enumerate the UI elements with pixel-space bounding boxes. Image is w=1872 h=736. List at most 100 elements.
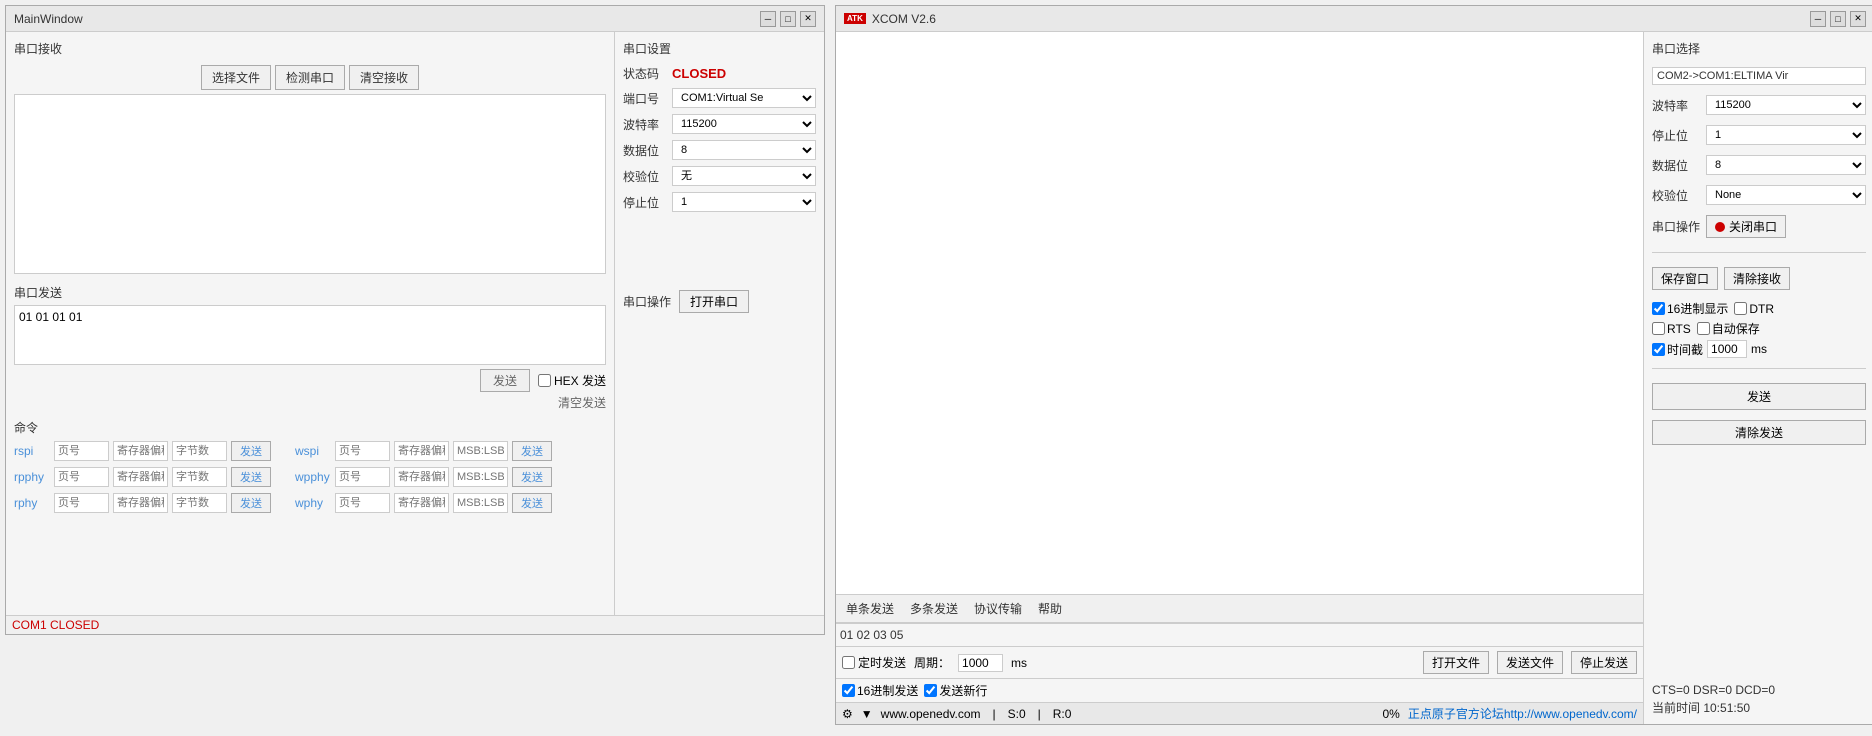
rts-checkbox[interactable] (1652, 322, 1665, 335)
auto-save-checkbox[interactable] (1697, 322, 1710, 335)
stopbits-select[interactable]: 1 (672, 192, 816, 212)
databits-select[interactable]: 8 (672, 140, 816, 160)
wspi-msblsb[interactable] (453, 441, 508, 461)
auto-save-check[interactable]: 自动保存 (1697, 320, 1760, 337)
timestamp-label: 时间截 (1667, 341, 1703, 358)
tab-multi-send[interactable]: 多条发送 (908, 599, 960, 618)
stop-send-button[interactable]: 停止发送 (1571, 651, 1637, 674)
xcom-maximize-button[interactable]: □ (1830, 11, 1846, 27)
wpphy-page[interactable] (335, 467, 390, 487)
detect-port-button[interactable]: 检测串口 (275, 65, 345, 90)
hex-send-checkbox[interactable] (538, 374, 551, 387)
rphy-send-button[interactable]: 发送 (231, 493, 271, 513)
rpphy-page[interactable] (54, 467, 109, 487)
xcom-stopbits-select[interactable]: 1 (1706, 125, 1866, 145)
command-title: 命令 (14, 419, 606, 436)
dropdown-icon[interactable]: ▼ (861, 707, 873, 721)
newline-checkbox[interactable] (924, 684, 937, 697)
send-file-button[interactable]: 发送文件 (1497, 651, 1563, 674)
dtr-label: DTR (1749, 302, 1774, 316)
xcom-send-area[interactable]: 01 02 03 05 (836, 623, 1643, 646)
open-file-button[interactable]: 打开文件 (1423, 651, 1489, 674)
wphy-page[interactable] (335, 493, 390, 513)
timestamp-input[interactable] (1707, 340, 1747, 358)
wphy-send-button[interactable]: 发送 (512, 493, 552, 513)
parity-select[interactable]: 无 (672, 166, 816, 186)
period-input[interactable] (958, 654, 1003, 672)
xcom-parity-select[interactable]: None (1706, 185, 1866, 205)
xcom-right-panel: 串口选择 波特率 115200 停止位 1 数据位 8 (1644, 32, 1872, 724)
xcom-close-button[interactable]: ✕ (1850, 11, 1866, 27)
minimize-button[interactable]: ─ (760, 11, 776, 27)
clear-receive-button[interactable]: 清空接收 (349, 65, 419, 90)
timed-send-checkbox[interactable] (842, 656, 855, 669)
send-button[interactable]: 发送 (480, 369, 530, 392)
timestamp-check[interactable]: 时间截 (1652, 341, 1703, 358)
port-select[interactable]: COM1:Virtual Se (672, 88, 816, 108)
rts-check[interactable]: RTS (1652, 322, 1691, 336)
xcom-minimize-button[interactable]: ─ (1810, 11, 1826, 27)
rphy-bytes[interactable] (172, 493, 227, 513)
send-area[interactable]: 01 01 01 01 (14, 305, 606, 365)
rphy-page[interactable] (54, 493, 109, 513)
rspi-send-button[interactable]: 发送 (231, 441, 271, 461)
databits-label: 数据位 (623, 142, 668, 159)
xcom-port-input[interactable] (1652, 67, 1866, 85)
select-file-button[interactable]: 选择文件 (201, 65, 271, 90)
dtr-checkbox[interactable] (1734, 302, 1747, 315)
rpphy-send-button[interactable]: 发送 (231, 467, 271, 487)
rspi-page[interactable] (54, 441, 109, 461)
save-window-button[interactable]: 保存窗口 (1652, 267, 1718, 290)
dtr-check[interactable]: DTR (1734, 302, 1774, 316)
rspi-bytes[interactable] (172, 441, 227, 461)
tab-protocol[interactable]: 协议传输 (972, 599, 1024, 618)
xcom-main: 单条发送 多条发送 协议传输 帮助 01 02 03 05 定时发送 周期： m… (836, 32, 1644, 724)
wphy-msblsb[interactable] (453, 493, 508, 513)
hex-display-checkbox[interactable] (1652, 302, 1665, 315)
close-port-button[interactable]: 关闭串口 (1706, 215, 1786, 238)
xcom-send-button[interactable]: 发送 (1652, 383, 1866, 410)
clear-receive-button[interactable]: 清除接收 (1724, 267, 1790, 290)
wspi-page[interactable] (335, 441, 390, 461)
tab-single-send[interactable]: 单条发送 (844, 599, 896, 618)
tab-help[interactable]: 帮助 (1036, 599, 1064, 618)
hex-display-check[interactable]: 16进制显示 (1652, 300, 1728, 317)
xcom-clear-send-button[interactable]: 清除发送 (1652, 420, 1866, 445)
clear-send-button[interactable]: 清空发送 (558, 394, 606, 411)
wspi-reg[interactable] (394, 441, 449, 461)
timestamp-checkbox[interactable] (1652, 343, 1665, 356)
wpphy-msblsb[interactable] (453, 467, 508, 487)
rpphy-reg[interactable] (113, 467, 168, 487)
wpphy-reg[interactable] (394, 467, 449, 487)
xcom-baud-select[interactable]: 115200 (1706, 95, 1866, 115)
rspi-reg[interactable] (113, 441, 168, 461)
hex-display-label: 16进制显示 (1667, 300, 1728, 317)
timed-send-text: 定时发送 (858, 654, 906, 671)
gear-icon[interactable]: ⚙ (842, 707, 853, 721)
openedv-link[interactable]: 正点原子官方论坛http://www.openedv.com/ (1408, 705, 1637, 722)
hex-send-check[interactable]: HEX 发送 (538, 372, 606, 389)
main-window: MainWindow ─ □ ✕ 串口接收 选择文件 检测串口 清空接收 串口发… (5, 5, 825, 635)
rpphy-bytes[interactable] (172, 467, 227, 487)
xcom-databits-select[interactable]: 8 (1706, 155, 1866, 175)
cts-status: CTS=0 DSR=0 DCD=0 (1652, 683, 1866, 697)
close-button[interactable]: ✕ (800, 11, 816, 27)
wspi-send-button[interactable]: 发送 (512, 441, 552, 461)
maximize-button[interactable]: □ (780, 11, 796, 27)
check-row-2: RTS 自动保存 (1652, 320, 1866, 337)
wpphy-send-button[interactable]: 发送 (512, 467, 552, 487)
hex-send-check[interactable]: 16进制发送 (842, 682, 918, 699)
period-unit: ms (1011, 656, 1027, 670)
open-port-button[interactable]: 打开串口 (679, 290, 749, 313)
wphy-reg[interactable] (394, 493, 449, 513)
rphy-reg[interactable] (113, 493, 168, 513)
period-label: 周期： (914, 654, 950, 671)
xcom-titlebar: ATK XCOM V2.6 ─ □ ✕ (836, 6, 1872, 32)
timed-send-label[interactable]: 定时发送 (842, 654, 906, 671)
baud-select[interactable]: 115200 (672, 114, 816, 134)
send-section: 串口发送 01 01 01 01 发送 HEX 发送 清空发送 (14, 284, 606, 411)
check-row-1: 16进制显示 DTR (1652, 300, 1866, 317)
hex-send-xcom-checkbox[interactable] (842, 684, 855, 697)
newline-check[interactable]: 发送新行 (924, 682, 987, 699)
port-label: 端口号 (623, 90, 668, 107)
